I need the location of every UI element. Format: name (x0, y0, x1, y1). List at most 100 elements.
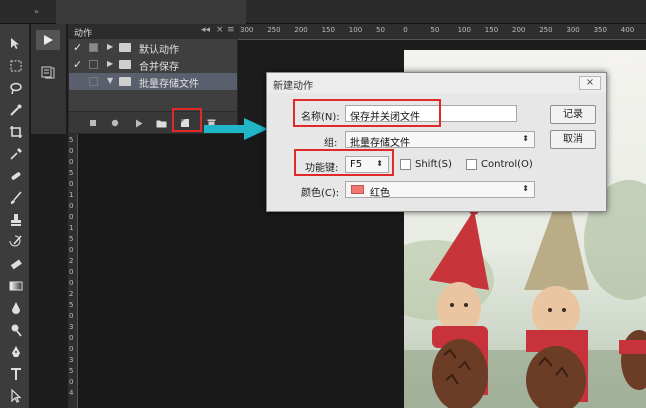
ruler-tick-label: 0 (69, 147, 74, 155)
action-set-row-selected[interactable]: ▼ 批量存储文件 (69, 73, 237, 90)
top-strip: » (0, 0, 646, 24)
dialog-titlebar[interactable]: 新建动作 × (267, 73, 606, 93)
ruler-tick-label: 250 (539, 26, 553, 34)
ruler-tick-label: 300 (240, 26, 254, 34)
ruler-tick-label: 2 (69, 257, 74, 265)
ruler-tick-label: 0 (69, 246, 74, 254)
collapse-panel-icon[interactable]: ◂◂ (201, 25, 210, 35)
record-icon[interactable] (109, 117, 121, 129)
type-tool-icon[interactable] (6, 364, 26, 384)
stamp-tool-icon[interactable] (6, 210, 26, 230)
document-tab[interactable] (56, 0, 246, 24)
control-checkbox[interactable] (466, 159, 477, 170)
ruler-tick-label: 150 (321, 26, 335, 34)
lasso-tool-icon[interactable] (6, 78, 26, 98)
stop-icon[interactable] (87, 117, 99, 129)
play-icon[interactable] (133, 117, 145, 129)
brush-tool-icon[interactable] (6, 188, 26, 208)
ruler-tick-label: 5 (69, 136, 74, 144)
action-set-row[interactable]: ✓ ▶ 合并保存 (69, 56, 237, 73)
ruler-tick-label: 2 (69, 290, 74, 298)
ruler-tick-label: 350 (593, 26, 607, 34)
color-select-value: 红色 (370, 188, 390, 199)
dialog-toggle-icon[interactable] (89, 60, 98, 69)
ruler-tick-label: 150 (484, 26, 499, 34)
new-action-dialog: 新建动作 × 名称(N): 保存并关闭文件 组: 批量存储文件 ⬍ 功能键: F… (266, 72, 607, 212)
ruler-tick-label: 1 (69, 191, 74, 199)
expand-arrow-icon[interactable]: ▶ (107, 42, 113, 51)
ruler-tick-label: 300 (566, 26, 580, 34)
actions-panel-title: 动作 (74, 29, 93, 39)
eraser-tool-icon[interactable] (6, 254, 26, 274)
ruler-tick-label: 0 (69, 312, 74, 320)
dodge-tool-icon[interactable] (6, 320, 26, 340)
ruler-tick-label: 3 (69, 356, 74, 364)
ruler-tick-label: 0 (69, 202, 74, 210)
quick-select-tool-icon[interactable] (6, 100, 26, 120)
action-set-row[interactable]: ✓ ▶ 默认动作 (69, 39, 237, 56)
shift-label: Shift(S) (415, 159, 452, 170)
cancel-button[interactable]: 取消 (550, 130, 596, 149)
open-folder-icon (119, 77, 131, 86)
ruler-tick-label: 0 (69, 334, 74, 342)
ruler-tick-label: 4 (69, 389, 74, 397)
toggle-check-icon[interactable]: ✓ (73, 58, 83, 71)
ruler-tick-label: 250 (267, 26, 281, 34)
ruler-tick-label: 100 (348, 26, 363, 34)
panel-dock-strip (31, 24, 67, 134)
name-highlight (293, 99, 441, 127)
ruler-tick-label: 3 (69, 323, 74, 331)
shift-checkbox[interactable] (400, 159, 411, 170)
color-label: 颜色(C): (301, 188, 340, 199)
blur-tool-icon[interactable] (6, 298, 26, 318)
function-key-highlight (294, 149, 394, 176)
actions-panel-play-icon[interactable] (36, 30, 60, 50)
color-swatch (351, 185, 364, 194)
expand-arrow-icon[interactable]: ▶ (107, 59, 113, 68)
crop-tool-icon[interactable] (6, 122, 26, 142)
close-panel-icon[interactable]: × (216, 25, 224, 35)
ruler-tick-label: 400 (620, 26, 635, 34)
ruler-tick-label: 50 (430, 26, 440, 34)
toggle-check-icon[interactable]: ✓ (73, 41, 83, 54)
ruler-tick-label: 50 (376, 26, 385, 34)
set-select-value: 批量存储文件 (350, 138, 410, 149)
horizontal-ruler: 300 250 200 150 100 50 0 50 100 150 200 250 300 350 40… (238, 24, 646, 40)
move-tool-icon[interactable] (6, 34, 26, 54)
action-set-label: 批量存储文件 (139, 79, 199, 90)
eyedropper-tool-icon[interactable] (6, 144, 26, 164)
control-label: Control(O) (481, 159, 533, 170)
ruler-tick-label: 5 (69, 235, 74, 243)
marquee-tool-icon[interactable] (6, 56, 26, 76)
ruler-tick-label: 100 (457, 26, 471, 34)
history-brush-tool-icon[interactable] (6, 232, 26, 252)
collapse-arrow-icon[interactable]: ▼ (107, 76, 113, 85)
history-panel-icon[interactable] (36, 62, 60, 82)
dialog-toggle-icon[interactable] (89, 43, 98, 52)
pointer-arrow (204, 118, 268, 140)
record-button[interactable]: 记录 (550, 105, 596, 124)
ruler-tick-label: 0 (69, 158, 74, 166)
ruler-tick-label: 0 (403, 26, 408, 34)
ruler-tick-label: 0 (69, 345, 74, 353)
gradient-tool-icon[interactable] (6, 276, 26, 296)
pen-tool-icon[interactable] (6, 342, 26, 362)
ruler-tick-label: 0 (69, 213, 74, 221)
folder-icon[interactable] (155, 117, 167, 129)
set-label: 组: (324, 138, 338, 149)
action-set-label: 合并保存 (139, 62, 179, 73)
folder-icon (119, 60, 131, 69)
actions-panel-header: 动作 ◂◂ × ≡ (69, 25, 237, 39)
close-button[interactable]: × (579, 76, 601, 90)
collapse-panels-icon[interactable]: » (34, 7, 39, 16)
panel-menu-icon[interactable]: ≡ (227, 25, 235, 35)
healing-brush-tool-icon[interactable] (6, 166, 26, 186)
chevron-updown-icon: ⬍ (522, 184, 529, 193)
set-select[interactable]: 批量存储文件 ⬍ (345, 131, 535, 149)
color-select[interactable]: 红色 ⬍ (345, 181, 535, 199)
path-selection-tool-icon[interactable] (6, 386, 26, 406)
ruler-tick-label: 0 (69, 378, 74, 386)
dialog-title: 新建动作 (273, 81, 313, 92)
ruler-tick-label: 0 (69, 268, 74, 276)
dialog-toggle-icon[interactable] (89, 77, 98, 86)
